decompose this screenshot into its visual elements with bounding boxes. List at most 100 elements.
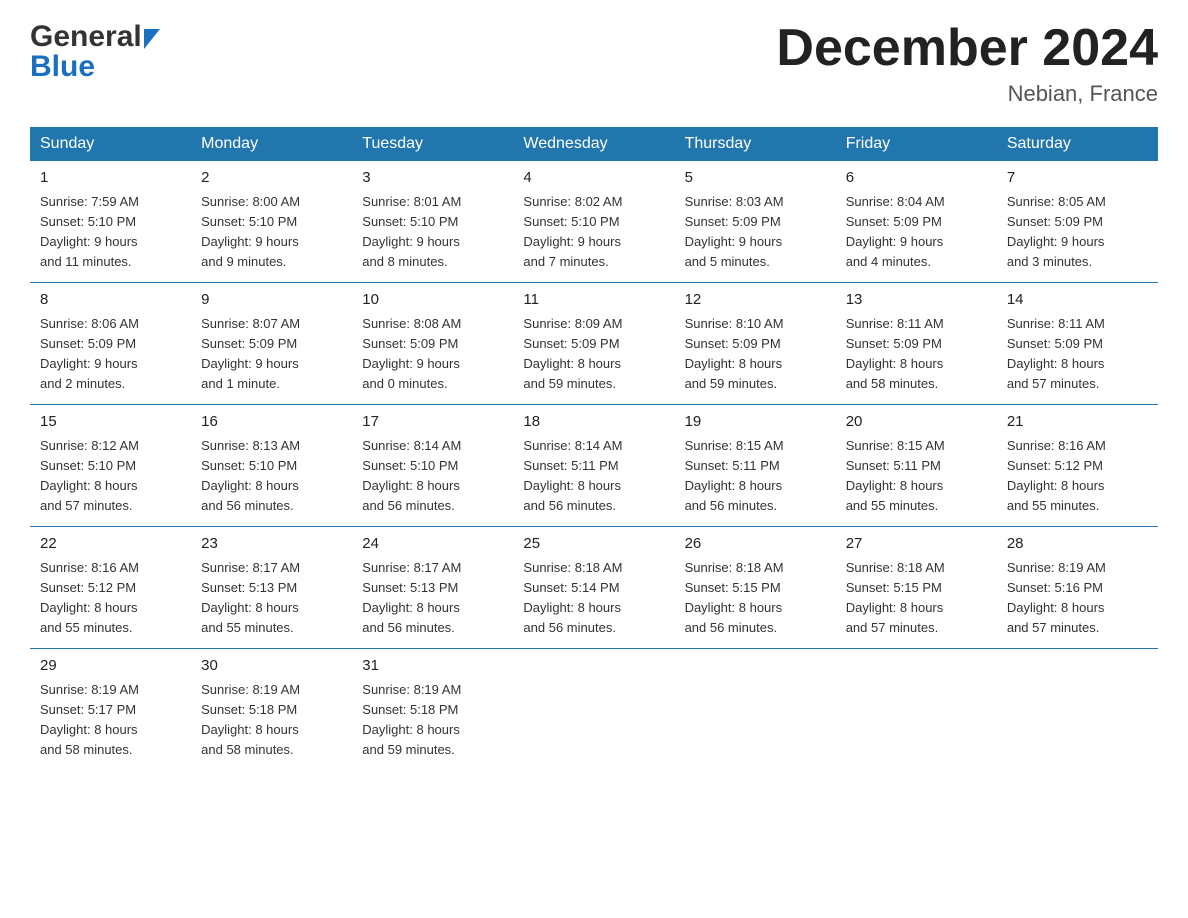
day-number: 24 [362, 533, 503, 556]
calendar-cell: 16 Sunrise: 8:13 AMSunset: 5:10 PMDaylig… [191, 405, 352, 527]
calendar-cell [513, 649, 674, 771]
day-info: Sunrise: 8:04 AMSunset: 5:09 PMDaylight:… [846, 192, 987, 273]
calendar-cell: 14 Sunrise: 8:11 AMSunset: 5:09 PMDaylig… [997, 283, 1158, 405]
logo-blue-text: Blue [30, 50, 95, 84]
calendar-cell: 10 Sunrise: 8:08 AMSunset: 5:09 PMDaylig… [352, 283, 513, 405]
day-number: 29 [40, 655, 181, 678]
calendar-cell: 31 Sunrise: 8:19 AMSunset: 5:18 PMDaylig… [352, 649, 513, 771]
calendar-cell: 7 Sunrise: 8:05 AMSunset: 5:09 PMDayligh… [997, 161, 1158, 283]
day-number: 12 [685, 289, 826, 312]
calendar-cell: 20 Sunrise: 8:15 AMSunset: 5:11 PMDaylig… [836, 405, 997, 527]
calendar-table: SundayMondayTuesdayWednesdayThursdayFrid… [30, 127, 1158, 770]
calendar-cell: 19 Sunrise: 8:15 AMSunset: 5:11 PMDaylig… [675, 405, 836, 527]
day-number: 4 [523, 167, 664, 190]
day-number: 6 [846, 167, 987, 190]
day-number: 11 [523, 289, 664, 312]
calendar-cell: 2 Sunrise: 8:00 AMSunset: 5:10 PMDayligh… [191, 161, 352, 283]
day-info: Sunrise: 7:59 AMSunset: 5:10 PMDaylight:… [40, 192, 181, 273]
day-number: 31 [362, 655, 503, 678]
calendar-cell: 17 Sunrise: 8:14 AMSunset: 5:10 PMDaylig… [352, 405, 513, 527]
week-row-2: 8 Sunrise: 8:06 AMSunset: 5:09 PMDayligh… [30, 283, 1158, 405]
calendar-cell: 27 Sunrise: 8:18 AMSunset: 5:15 PMDaylig… [836, 527, 997, 649]
calendar-cell: 12 Sunrise: 8:10 AMSunset: 5:09 PMDaylig… [675, 283, 836, 405]
day-number: 7 [1007, 167, 1148, 190]
day-number: 21 [1007, 411, 1148, 434]
day-number: 2 [201, 167, 342, 190]
week-row-3: 15 Sunrise: 8:12 AMSunset: 5:10 PMDaylig… [30, 405, 1158, 527]
header-saturday: Saturday [997, 127, 1158, 161]
day-info: Sunrise: 8:19 AMSunset: 5:18 PMDaylight:… [362, 680, 503, 761]
day-number: 25 [523, 533, 664, 556]
page-header: General Blue December 2024 Nebian, Franc… [30, 20, 1158, 107]
day-info: Sunrise: 8:11 AMSunset: 5:09 PMDaylight:… [1007, 314, 1148, 395]
calendar-cell [997, 649, 1158, 771]
header-sunday: Sunday [30, 127, 191, 161]
day-info: Sunrise: 8:02 AMSunset: 5:10 PMDaylight:… [523, 192, 664, 273]
calendar-cell: 3 Sunrise: 8:01 AMSunset: 5:10 PMDayligh… [352, 161, 513, 283]
day-info: Sunrise: 8:17 AMSunset: 5:13 PMDaylight:… [201, 558, 342, 639]
logo: General Blue [30, 20, 160, 84]
calendar-cell: 29 Sunrise: 8:19 AMSunset: 5:17 PMDaylig… [30, 649, 191, 771]
day-info: Sunrise: 8:16 AMSunset: 5:12 PMDaylight:… [1007, 436, 1148, 517]
day-number: 26 [685, 533, 826, 556]
day-number: 13 [846, 289, 987, 312]
day-info: Sunrise: 8:09 AMSunset: 5:09 PMDaylight:… [523, 314, 664, 395]
day-number: 23 [201, 533, 342, 556]
day-info: Sunrise: 8:19 AMSunset: 5:17 PMDaylight:… [40, 680, 181, 761]
calendar-cell: 9 Sunrise: 8:07 AMSunset: 5:09 PMDayligh… [191, 283, 352, 405]
day-number: 15 [40, 411, 181, 434]
day-info: Sunrise: 8:19 AMSunset: 5:16 PMDaylight:… [1007, 558, 1148, 639]
calendar-cell: 8 Sunrise: 8:06 AMSunset: 5:09 PMDayligh… [30, 283, 191, 405]
day-info: Sunrise: 8:00 AMSunset: 5:10 PMDaylight:… [201, 192, 342, 273]
calendar-cell: 1 Sunrise: 7:59 AMSunset: 5:10 PMDayligh… [30, 161, 191, 283]
calendar-cell [836, 649, 997, 771]
calendar-cell: 30 Sunrise: 8:19 AMSunset: 5:18 PMDaylig… [191, 649, 352, 771]
day-info: Sunrise: 8:15 AMSunset: 5:11 PMDaylight:… [846, 436, 987, 517]
day-number: 1 [40, 167, 181, 190]
calendar-cell: 22 Sunrise: 8:16 AMSunset: 5:12 PMDaylig… [30, 527, 191, 649]
calendar-cell: 24 Sunrise: 8:17 AMSunset: 5:13 PMDaylig… [352, 527, 513, 649]
calendar-cell [675, 649, 836, 771]
day-info: Sunrise: 8:06 AMSunset: 5:09 PMDaylight:… [40, 314, 181, 395]
day-info: Sunrise: 8:13 AMSunset: 5:10 PMDaylight:… [201, 436, 342, 517]
day-info: Sunrise: 8:17 AMSunset: 5:13 PMDaylight:… [362, 558, 503, 639]
day-info: Sunrise: 8:10 AMSunset: 5:09 PMDaylight:… [685, 314, 826, 395]
logo-general-text: General [30, 20, 142, 54]
calendar-cell: 6 Sunrise: 8:04 AMSunset: 5:09 PMDayligh… [836, 161, 997, 283]
calendar-cell: 13 Sunrise: 8:11 AMSunset: 5:09 PMDaylig… [836, 283, 997, 405]
page-title: December 2024 [776, 20, 1158, 77]
day-number: 5 [685, 167, 826, 190]
day-info: Sunrise: 8:08 AMSunset: 5:09 PMDaylight:… [362, 314, 503, 395]
day-info: Sunrise: 8:14 AMSunset: 5:10 PMDaylight:… [362, 436, 503, 517]
day-info: Sunrise: 8:01 AMSunset: 5:10 PMDaylight:… [362, 192, 503, 273]
calendar-cell: 15 Sunrise: 8:12 AMSunset: 5:10 PMDaylig… [30, 405, 191, 527]
calendar-cell: 4 Sunrise: 8:02 AMSunset: 5:10 PMDayligh… [513, 161, 674, 283]
day-number: 27 [846, 533, 987, 556]
day-number: 28 [1007, 533, 1148, 556]
calendar-cell: 25 Sunrise: 8:18 AMSunset: 5:14 PMDaylig… [513, 527, 674, 649]
day-number: 10 [362, 289, 503, 312]
day-info: Sunrise: 8:14 AMSunset: 5:11 PMDaylight:… [523, 436, 664, 517]
day-info: Sunrise: 8:07 AMSunset: 5:09 PMDaylight:… [201, 314, 342, 395]
day-info: Sunrise: 8:12 AMSunset: 5:10 PMDaylight:… [40, 436, 181, 517]
day-info: Sunrise: 8:19 AMSunset: 5:18 PMDaylight:… [201, 680, 342, 761]
calendar-cell: 5 Sunrise: 8:03 AMSunset: 5:09 PMDayligh… [675, 161, 836, 283]
day-number: 16 [201, 411, 342, 434]
day-number: 19 [685, 411, 826, 434]
calendar-cell: 18 Sunrise: 8:14 AMSunset: 5:11 PMDaylig… [513, 405, 674, 527]
week-row-1: 1 Sunrise: 7:59 AMSunset: 5:10 PMDayligh… [30, 161, 1158, 283]
day-number: 17 [362, 411, 503, 434]
header-thursday: Thursday [675, 127, 836, 161]
calendar-header-row: SundayMondayTuesdayWednesdayThursdayFrid… [30, 127, 1158, 161]
day-number: 3 [362, 167, 503, 190]
day-info: Sunrise: 8:18 AMSunset: 5:15 PMDaylight:… [846, 558, 987, 639]
day-info: Sunrise: 8:03 AMSunset: 5:09 PMDaylight:… [685, 192, 826, 273]
title-block: December 2024 Nebian, France [776, 20, 1158, 107]
week-row-4: 22 Sunrise: 8:16 AMSunset: 5:12 PMDaylig… [30, 527, 1158, 649]
day-number: 18 [523, 411, 664, 434]
day-info: Sunrise: 8:18 AMSunset: 5:14 PMDaylight:… [523, 558, 664, 639]
day-number: 9 [201, 289, 342, 312]
day-number: 22 [40, 533, 181, 556]
logo-arrow-icon [144, 29, 160, 49]
header-tuesday: Tuesday [352, 127, 513, 161]
